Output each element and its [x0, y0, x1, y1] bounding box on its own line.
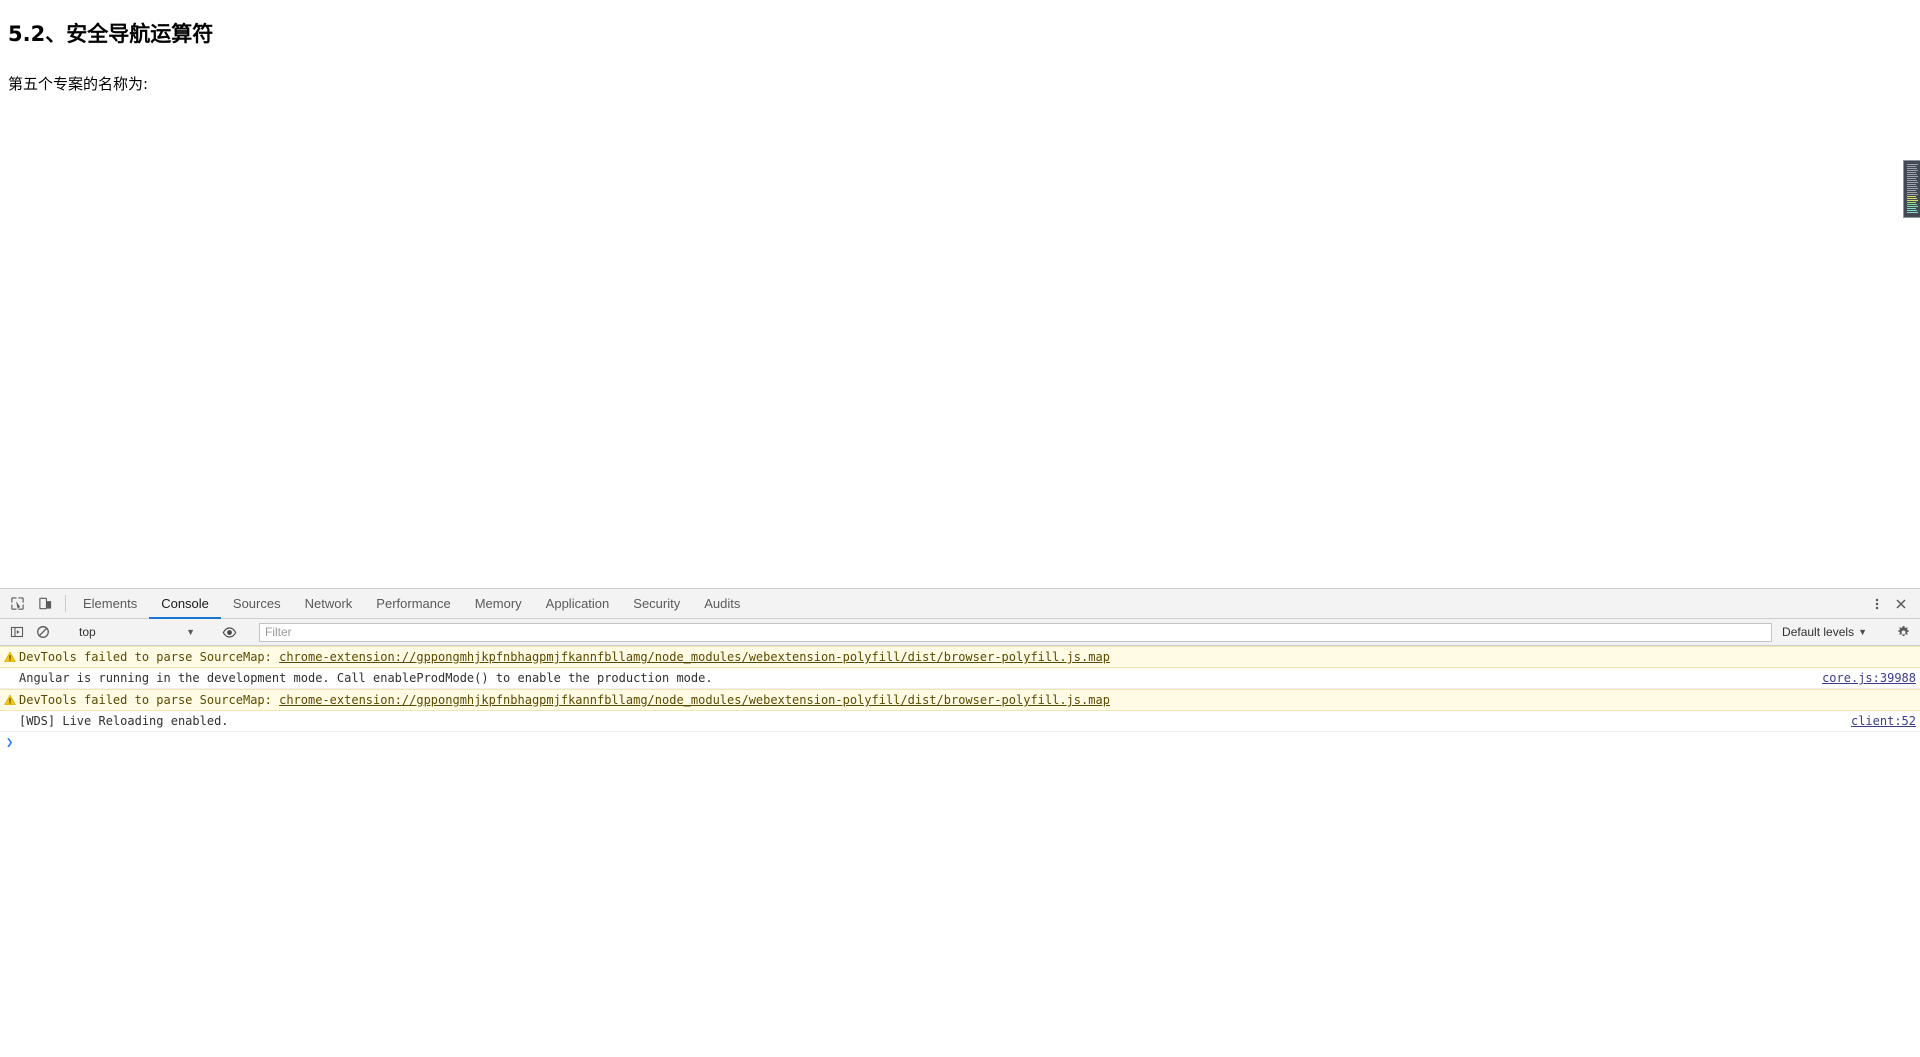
inspect-element-icon[interactable] [6, 593, 28, 615]
page-paragraph: 第五个专案的名称为: [8, 75, 149, 94]
device-toolbar-icon[interactable] [34, 593, 56, 615]
console-message-list[interactable]: DevTools failed to parse SourceMap: chro… [0, 646, 1920, 1057]
minimap-line [1907, 178, 1917, 179]
minimap-line [1907, 184, 1917, 185]
tab-elements-label: Elements [83, 596, 138, 611]
tab-security[interactable]: Security [621, 589, 692, 618]
tab-network[interactable]: Network [293, 589, 365, 618]
execution-context-value: top [79, 625, 96, 639]
console-message-prefix: DevTools failed to parse SourceMap: [19, 650, 280, 664]
minimap-widget[interactable] [1903, 160, 1920, 218]
minimap-line [1907, 192, 1918, 193]
filter-input[interactable] [259, 622, 1773, 642]
minimap-line [1907, 164, 1918, 165]
clear-console-icon[interactable] [32, 621, 54, 643]
tab-audits-label: Audits [704, 596, 741, 611]
live-expression-eye-icon[interactable] [218, 621, 240, 643]
minimap-line [1907, 166, 1917, 167]
execution-context-select[interactable]: top ▼ [73, 623, 199, 642]
page-title: 5.2、安全导航运算符 [8, 22, 214, 46]
minimap-line [1907, 206, 1918, 207]
tab-sources-label: Sources [232, 596, 281, 611]
minimap-line [1907, 174, 1918, 175]
close-icon[interactable] [1890, 593, 1912, 615]
console-source-link[interactable]: core.js:39988 [1812, 668, 1916, 688]
devtools-tabbar: Elements Console Sources Network Perform… [0, 589, 1920, 619]
minimap-line [1907, 198, 1918, 199]
console-message-text: DevTools failed to parse SourceMap: chro… [19, 647, 1916, 667]
chevron-down-icon: ▼ [1858, 627, 1867, 637]
tab-application[interactable]: Application [534, 589, 622, 618]
console-message-row[interactable]: DevTools failed to parse SourceMap: chro… [0, 646, 1920, 668]
console-sidebar-icon[interactable] [6, 621, 28, 643]
tab-security-label: Security [633, 596, 681, 611]
message-gutter [0, 711, 19, 731]
console-source-link[interactable]: client:52 [1841, 711, 1916, 731]
minimap-line [1907, 170, 1918, 171]
tab-audits[interactable]: Audits [692, 589, 752, 618]
console-message-text: DevTools failed to parse SourceMap: chro… [19, 690, 1916, 710]
minimap-line [1907, 190, 1917, 191]
console-toolbar: top ▼ Default levels ▼ [0, 619, 1920, 646]
devtools-panel: Elements Console Sources Network Perform… [0, 588, 1920, 1057]
prompt-arrow-icon: ❯ [6, 735, 14, 749]
minimap-line [1907, 208, 1917, 209]
minimap-line [1907, 186, 1918, 187]
console-message-link[interactable]: chrome-extension://gppongmhjkpfnbhagpmjf… [279, 650, 1110, 664]
console-prompt[interactable]: ❯ [0, 732, 1920, 752]
console-message-row[interactable]: [WDS] Live Reloading enabled. client:52 [0, 711, 1920, 732]
tab-memory[interactable]: Memory [463, 589, 534, 618]
minimap-line [1907, 200, 1918, 201]
minimap-line [1907, 188, 1918, 189]
tab-memory-label: Memory [474, 596, 522, 611]
tab-application-label: Application [545, 596, 610, 611]
message-gutter [0, 668, 19, 688]
browser-page-content: 5.2、安全导航运算符 第五个专案的名称为: [0, 0, 1920, 588]
devtools-tabbar-icons [0, 589, 60, 618]
tab-console-label: Console [161, 596, 209, 611]
devtools-tabbar-right [1853, 589, 1920, 618]
tab-performance[interactable]: Performance [364, 589, 462, 618]
minimap-line [1907, 172, 1917, 173]
tab-sources[interactable]: Sources [221, 589, 293, 618]
warning-triangle-icon [0, 647, 19, 667]
chevron-down-icon: ▼ [186, 627, 195, 637]
minimap-line [1907, 210, 1918, 211]
tab-elements[interactable]: Elements [71, 589, 149, 618]
tab-console[interactable]: Console [149, 589, 221, 619]
log-levels-select[interactable]: Default levels ▼ [1776, 625, 1873, 639]
console-message-text: [WDS] Live Reloading enabled. [19, 714, 229, 728]
kebab-menu-icon[interactable] [1866, 593, 1888, 615]
minimap-line [1907, 196, 1917, 197]
console-message-link[interactable]: chrome-extension://gppongmhjkpfnbhagpmjf… [279, 693, 1110, 707]
minimap-line [1907, 194, 1918, 195]
log-levels-label: Default levels [1782, 625, 1855, 639]
tab-network-label: Network [304, 596, 353, 611]
console-message-row[interactable]: Angular is running in the development mo… [0, 668, 1920, 689]
devtools-tabs: Elements Console Sources Network Perform… [71, 589, 1853, 619]
minimap-line [1907, 180, 1918, 181]
warning-triangle-icon [0, 690, 19, 710]
tab-performance-label: Performance [376, 596, 451, 611]
tabbar-divider [65, 595, 66, 612]
minimap-line [1907, 182, 1918, 183]
console-message-prefix: DevTools failed to parse SourceMap: [19, 693, 280, 707]
page-inner: 5.2、安全导航运算符 第五个专案的名称为: [0, 0, 1920, 96]
minimap-line [1907, 212, 1918, 213]
minimap-line [1907, 204, 1918, 205]
console-message-text: Angular is running in the development mo… [19, 671, 713, 685]
gear-icon[interactable] [1892, 621, 1914, 643]
minimap-line [1907, 168, 1918, 169]
minimap-line [1907, 176, 1918, 177]
minimap-line [1907, 202, 1917, 203]
console-message-row[interactable]: DevTools failed to parse SourceMap: chro… [0, 689, 1920, 711]
